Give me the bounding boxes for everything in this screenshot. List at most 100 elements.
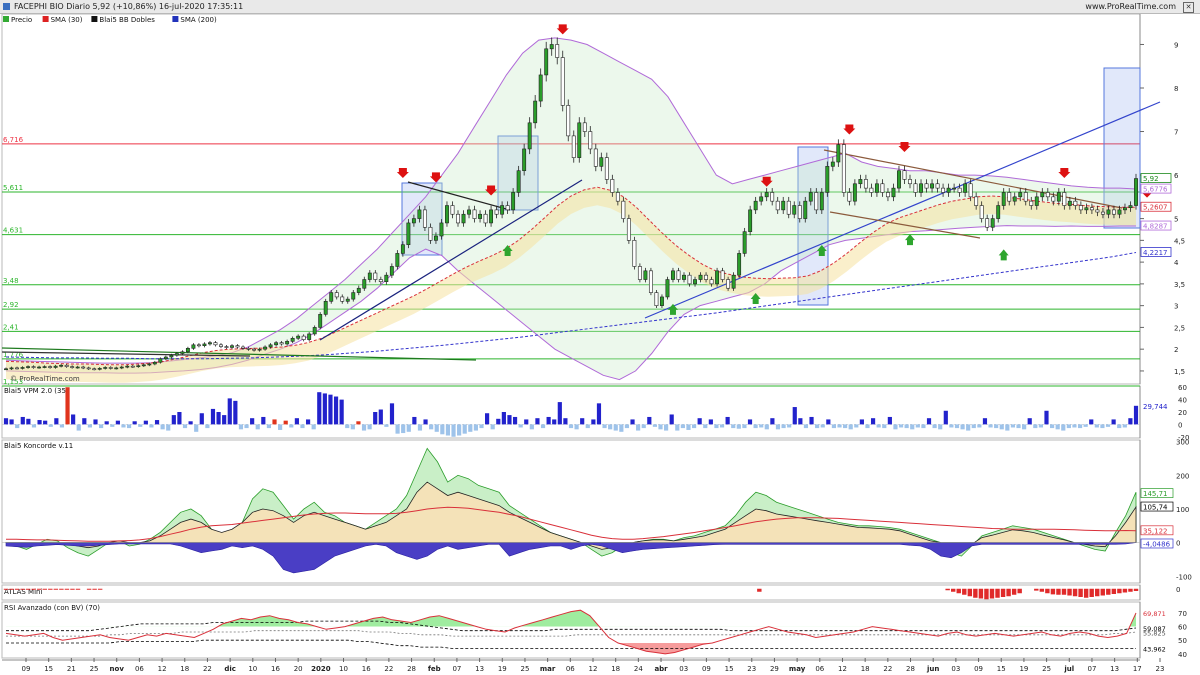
value-tag-label: -4,0486 <box>1143 540 1171 548</box>
vpm-bar <box>401 424 406 434</box>
x-tick-label: jul <box>1063 665 1074 673</box>
vpm-bar <box>787 424 792 428</box>
panel-title-vpm: Blai5 VPM 2.0 (35) <box>4 387 69 395</box>
y-tick-label: 100 <box>1176 506 1189 514</box>
candle <box>318 314 323 328</box>
vpm-bar <box>954 424 960 429</box>
vpm-bar <box>552 419 557 425</box>
x-tick-label: may <box>789 665 806 673</box>
vpm-bar <box>345 424 350 429</box>
vpm-bar <box>580 418 585 425</box>
candle <box>682 274 686 280</box>
candle <box>544 48 549 76</box>
candle <box>693 279 697 285</box>
candle <box>1029 200 1034 206</box>
vpm-bar <box>641 424 646 429</box>
candle <box>417 209 422 219</box>
atlas-bar <box>1061 588 1067 595</box>
candle <box>841 144 846 193</box>
x-tick-label: 10 <box>248 665 257 673</box>
level-label: 5,611 <box>3 184 23 192</box>
vpm-bar <box>1033 424 1038 429</box>
candle <box>494 209 499 215</box>
x-tick-label: 13 <box>475 665 484 673</box>
vpm-bar <box>1044 410 1049 425</box>
vpm-bar <box>205 424 210 429</box>
candle <box>588 131 593 150</box>
candle <box>230 345 234 348</box>
candle <box>1018 192 1023 198</box>
level-label: 2,41 <box>3 323 19 331</box>
y-tick-label: 3 <box>1174 303 1178 311</box>
candle <box>340 296 345 302</box>
candle <box>274 342 279 346</box>
vpm-bar <box>1016 424 1021 429</box>
candle <box>671 270 675 280</box>
vpm-bar <box>803 424 809 429</box>
vpm-bar <box>557 402 562 425</box>
vpm-bar <box>691 424 697 429</box>
atlas-bar <box>3 588 9 590</box>
x-tick-label: 25 <box>1042 665 1051 673</box>
atlas-bar <box>86 588 92 590</box>
vpm-bar <box>781 424 786 429</box>
x-tick-label: 18 <box>611 665 620 673</box>
atlas-bar <box>962 588 967 595</box>
vpm-bar <box>54 418 59 425</box>
candle <box>213 342 218 346</box>
vpm-bar <box>1072 424 1077 428</box>
vpm-bar <box>809 416 814 425</box>
candle <box>604 157 609 180</box>
y-tick-label: 9 <box>1174 41 1178 49</box>
vpm-bar <box>339 399 344 425</box>
vpm-bar <box>731 424 736 429</box>
candle <box>26 366 30 368</box>
vpm-bar <box>1122 424 1127 428</box>
x-tick-label: feb <box>428 665 441 673</box>
candle <box>990 218 995 228</box>
vpm-bar <box>3 418 9 425</box>
level-label: 4,631 <box>3 227 23 235</box>
price-tag-label: 5,92 <box>1143 175 1159 183</box>
vpm-bar <box>1117 424 1122 429</box>
vpm-bar <box>982 418 988 425</box>
vpm-bar <box>1094 424 1099 428</box>
candle <box>196 344 201 347</box>
vpm-bar <box>294 418 299 425</box>
candle <box>75 366 80 369</box>
x-tick-label: 21 <box>67 665 76 673</box>
vpm-bar <box>938 424 943 430</box>
vpm-bar <box>434 424 439 432</box>
candle <box>538 74 543 102</box>
vpm-bar <box>395 424 400 434</box>
vpm-bar <box>278 424 283 430</box>
atlas-bar <box>1122 588 1128 593</box>
vpm-bar <box>93 419 98 425</box>
candle <box>511 192 516 211</box>
candle <box>136 365 141 368</box>
vpm-bar <box>563 418 568 425</box>
panel-title-rsi: RSI Avanzado (con BV) (70) <box>4 604 100 612</box>
candle <box>1106 209 1111 215</box>
vpm-bar <box>898 424 904 428</box>
candle <box>924 183 929 189</box>
candle <box>147 363 152 366</box>
candle <box>847 192 852 202</box>
candle <box>952 187 957 190</box>
x-tick-label: 23 <box>747 665 756 673</box>
vpm-bar <box>647 416 652 425</box>
vpm-bar <box>1077 424 1083 429</box>
vpm-bar <box>20 416 25 425</box>
candle <box>560 57 565 106</box>
vpm-bar <box>764 424 769 430</box>
vpm-bar <box>1050 424 1055 429</box>
candle <box>549 44 554 50</box>
candle <box>687 274 692 285</box>
candle <box>406 222 411 246</box>
vpm-bar <box>1022 424 1027 430</box>
x-tick-label: 07 <box>1087 665 1096 673</box>
chart-canvas[interactable]: 6,7165,6114,6313,482,922,411,7761,153987… <box>0 0 1200 675</box>
vpm-bar <box>445 424 451 436</box>
candle <box>367 272 372 280</box>
vpm-bar <box>15 424 20 429</box>
